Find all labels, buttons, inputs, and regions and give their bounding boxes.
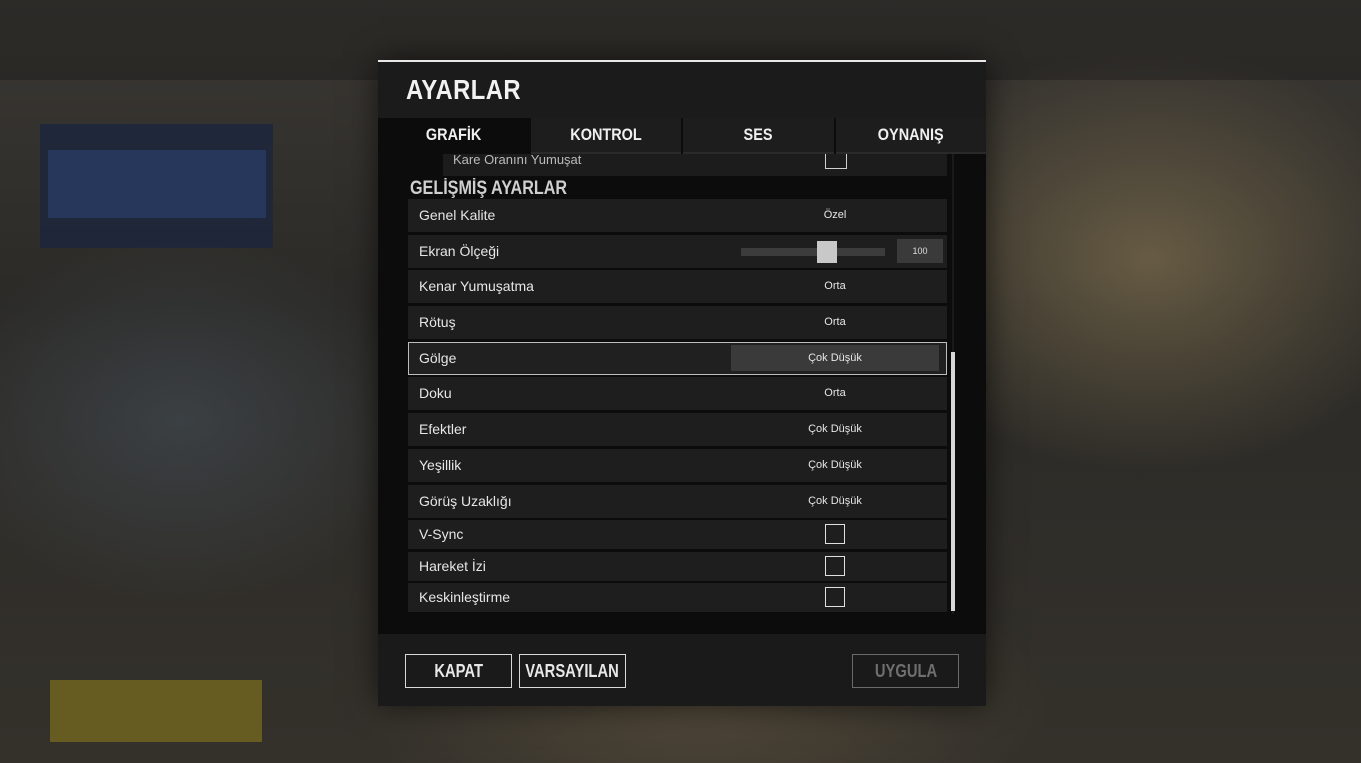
setting-row-effects[interactable]: Efektler Çok Düşük bbox=[408, 413, 947, 447]
screen-scale-slider[interactable] bbox=[741, 240, 885, 263]
frame-smoothing-checkbox[interactable] bbox=[825, 154, 847, 169]
tab-kontrol[interactable]: KONTROL bbox=[530, 118, 681, 154]
dialog-header: AYARLAR bbox=[378, 60, 986, 118]
setting-label: Kenar Yumuşatma bbox=[419, 278, 534, 295]
setting-value[interactable]: Çok Düşük bbox=[731, 413, 939, 446]
setting-label: Ekran Ölçeği bbox=[419, 242, 500, 259]
setting-label: Genel Kalite bbox=[419, 207, 496, 223]
dialog-title: AYARLAR bbox=[406, 74, 521, 105]
setting-label: V-Sync bbox=[419, 526, 464, 543]
apply-button[interactable]: UYGULA bbox=[852, 654, 959, 688]
setting-row-texture[interactable]: Doku Orta bbox=[408, 377, 947, 411]
settings-list: Genel Kalite Özel Ekran Ölçeği 100 Kenar… bbox=[408, 199, 947, 614]
setting-row-anti-aliasing[interactable]: Kenar Yumuşatma Orta bbox=[408, 270, 947, 304]
background-panel-inner bbox=[48, 150, 266, 218]
tab-oynanis[interactable]: OYNANIŞ bbox=[835, 118, 986, 154]
setting-row-motion-blur[interactable]: Hareket İzi bbox=[408, 551, 947, 581]
header-top-line bbox=[378, 60, 986, 62]
background-button bbox=[50, 680, 262, 742]
setting-row-sharpen[interactable]: Keskinleştirme bbox=[408, 582, 947, 612]
vsync-checkbox[interactable] bbox=[825, 524, 845, 545]
setting-label: Doku bbox=[419, 385, 452, 402]
settings-dialog: AYARLAR GRAFİK KONTROL SES OYNANIŞ Kare … bbox=[378, 60, 986, 706]
close-button[interactable]: KAPAT bbox=[405, 654, 512, 688]
setting-value[interactable]: Orta bbox=[731, 270, 939, 303]
setting-label: Gölge bbox=[419, 349, 457, 366]
slider-thumb[interactable] bbox=[817, 240, 838, 263]
motion-blur-checkbox[interactable] bbox=[825, 555, 845, 576]
setting-label: Efektler bbox=[419, 421, 467, 438]
dialog-footer: KAPAT VARSAYILAN UYGULA bbox=[378, 634, 986, 706]
settings-scroll-area[interactable]: Kare Oranını Yumuşat GELİŞMİŞ AYARLAR Ge… bbox=[378, 154, 986, 634]
setting-value[interactable]: Özel bbox=[731, 199, 939, 232]
setting-value[interactable]: Çok Düşük bbox=[731, 485, 939, 518]
setting-row-overall-quality[interactable]: Genel Kalite Özel bbox=[408, 199, 947, 232]
setting-row-foliage[interactable]: Yeşillik Çok Düşük bbox=[408, 448, 947, 482]
setting-value[interactable]: Orta bbox=[731, 306, 939, 339]
setting-value[interactable]: Orta bbox=[731, 377, 939, 410]
setting-label: Hareket İzi bbox=[419, 557, 486, 574]
setting-row-post-processing[interactable]: Rötuş Orta bbox=[408, 306, 947, 340]
setting-value[interactable]: Çok Düşük bbox=[731, 449, 939, 482]
tab-bar: GRAFİK KONTROL SES OYNANIŞ bbox=[378, 118, 986, 154]
setting-label: Yeşillik bbox=[419, 456, 462, 473]
tab-grafik[interactable]: GRAFİK bbox=[378, 118, 529, 154]
setting-row-shadows[interactable]: Gölge Çok Düşük bbox=[408, 341, 947, 375]
setting-value[interactable]: Çok Düşük bbox=[731, 344, 939, 371]
screen-scale-value[interactable]: 100 bbox=[897, 238, 943, 263]
setting-row-view-distance[interactable]: Görüş Uzaklığı Çok Düşük bbox=[408, 484, 947, 518]
setting-label: Rötuş bbox=[419, 314, 456, 331]
setting-row-frame-smoothing[interactable]: Kare Oranını Yumuşat bbox=[443, 154, 947, 176]
sharpen-checkbox[interactable] bbox=[825, 586, 845, 607]
setting-label: Görüş Uzaklığı bbox=[419, 492, 512, 509]
setting-row-screen-scale[interactable]: Ekran Ölçeği 100 bbox=[408, 234, 947, 268]
setting-label: Keskinleştirme bbox=[419, 588, 511, 605]
setting-label: Kare Oranını Yumuşat bbox=[453, 154, 582, 167]
setting-row-vsync[interactable]: V-Sync bbox=[408, 520, 947, 550]
default-button[interactable]: VARSAYILAN bbox=[519, 654, 626, 688]
tab-ses[interactable]: SES bbox=[683, 118, 834, 154]
section-title-advanced: GELİŞMİŞ AYARLAR bbox=[410, 178, 568, 199]
scrollbar-thumb[interactable] bbox=[951, 352, 955, 611]
